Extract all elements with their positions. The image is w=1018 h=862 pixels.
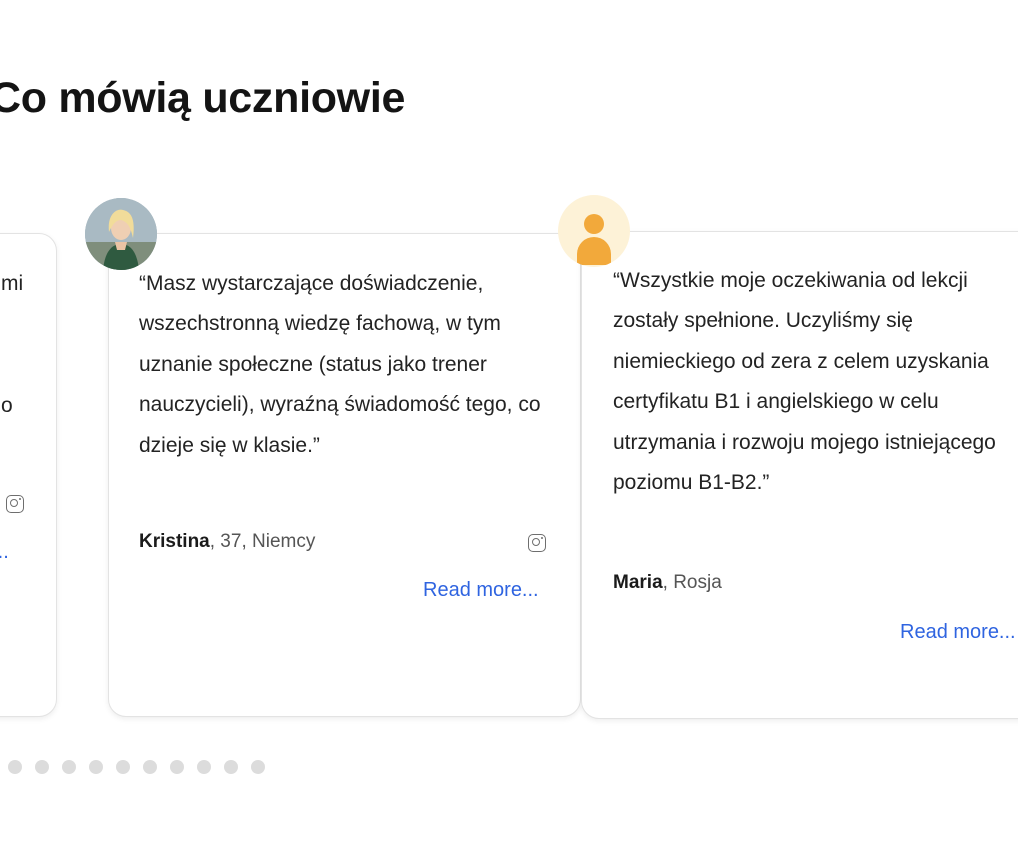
testimonial-quote: “Wszystkie moje oczekiwania od lekcji zo… (613, 269, 996, 495)
carousel-dot[interactable] (224, 760, 238, 774)
read-more-link[interactable]: Read more... (900, 621, 1016, 644)
testimonial-author: Kristina, 37, Niemcy (139, 531, 315, 553)
testimonial-card: “Masz wystarczające doświadczenie, wszec… (108, 233, 581, 717)
carousel-dot[interactable] (89, 760, 103, 774)
user-icon-body (577, 237, 611, 265)
author-name: Maria (613, 572, 663, 593)
carousel-dot[interactable] (251, 760, 265, 774)
carousel-dot[interactable] (170, 760, 184, 774)
testimonial-card: “Wszystkie moje oczekiwania od lekcji zo… (581, 231, 1018, 719)
carousel-dot[interactable] (116, 760, 130, 774)
instagram-icon[interactable] (6, 495, 24, 513)
carousel-pagination (8, 760, 265, 774)
carousel-dot[interactable] (143, 760, 157, 774)
carousel-dot[interactable] (197, 760, 211, 774)
testimonial-card: mi o e... (0, 233, 57, 717)
testimonials-section: Co mówią uczniowie mi o e... “Masz wysta… (0, 0, 1018, 862)
instagram-icon[interactable] (528, 534, 546, 552)
testimonial-quote: “Masz wystarczające doświadczenie, wszec… (139, 272, 541, 457)
author-name: Kristina (139, 531, 210, 552)
read-more-link[interactable]: e... (0, 541, 9, 564)
carousel-dot[interactable] (8, 760, 22, 774)
author-photo-image (85, 198, 157, 270)
carousel-dot[interactable] (35, 760, 49, 774)
author-details: , Rosja (662, 572, 722, 593)
testimonial-quote-fragment: mi (1, 272, 24, 295)
testimonial-quote-fragment: o (1, 394, 13, 417)
section-title: Co mówią uczniowie (0, 74, 406, 122)
user-icon-head (584, 214, 604, 234)
carousel-dot[interactable] (62, 760, 76, 774)
author-details: , 37, Niemcy (209, 531, 316, 552)
testimonial-author: Maria, Rosja (613, 572, 722, 594)
user-icon (558, 195, 630, 267)
author-avatar-photo (85, 198, 157, 270)
read-more-link[interactable]: Read more... (423, 579, 539, 602)
